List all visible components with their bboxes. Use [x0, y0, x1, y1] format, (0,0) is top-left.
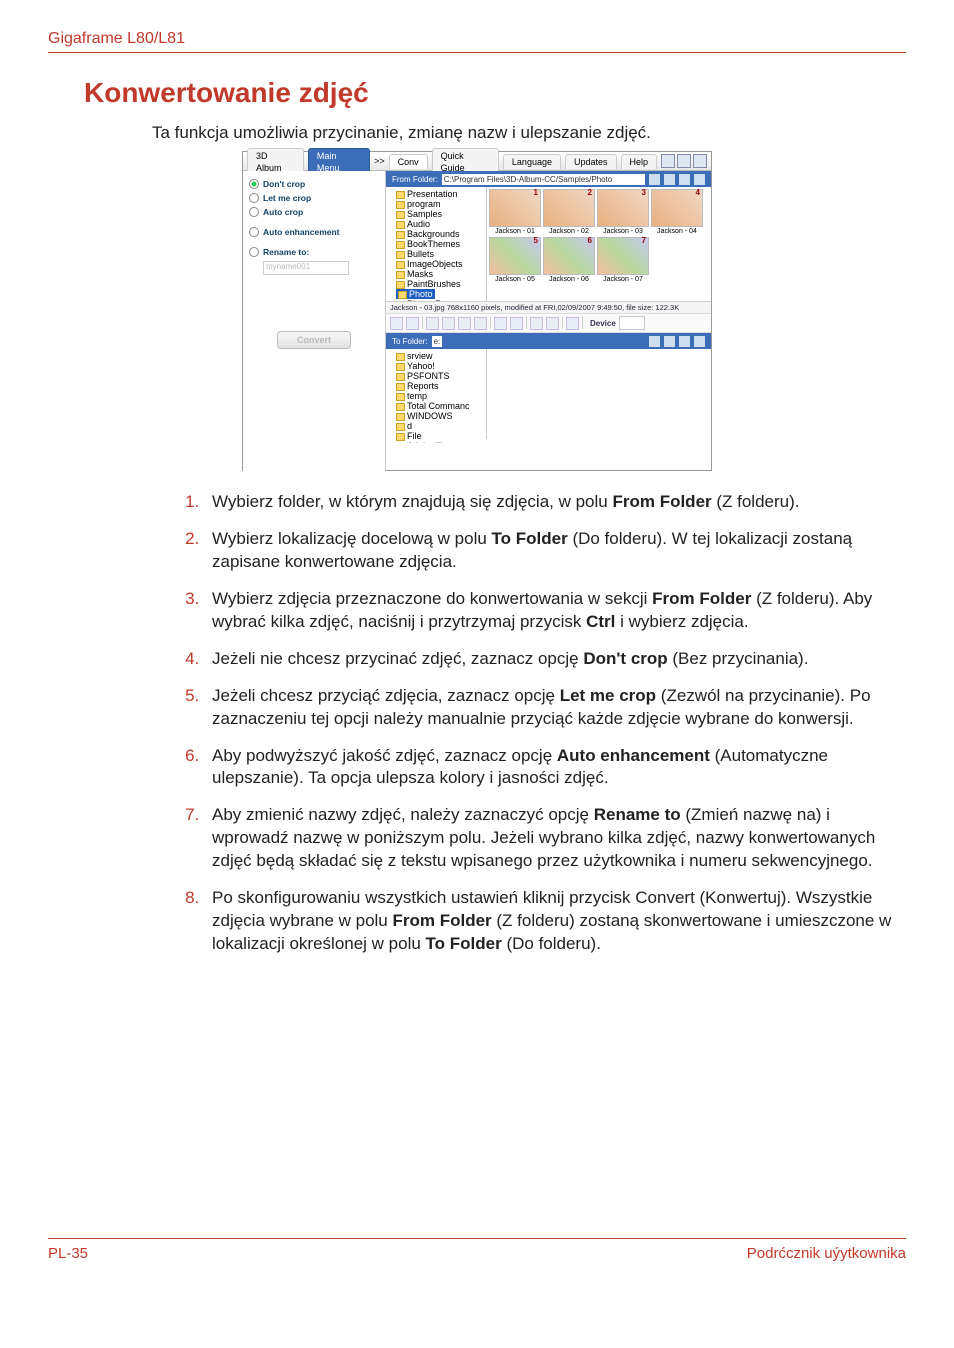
view-icon[interactable]	[679, 336, 690, 347]
tree-item[interactable]: Photo	[396, 289, 484, 299]
app-screenshot: 3D Album Main Menu >> Conv Quick Guide L…	[242, 151, 712, 471]
thumbnail[interactable]: 2Jackson - 02	[543, 189, 595, 235]
thumbnail[interactable]: 5Jackson - 05	[489, 237, 541, 283]
from-folder-tree[interactable]: PresentationprogramSamplesAudioBackgroun…	[386, 187, 487, 301]
thumbnail[interactable]: 4Jackson - 04	[651, 189, 703, 235]
to-folder-header: To Folder: e:	[386, 333, 711, 349]
tool-icon[interactable]	[494, 317, 507, 330]
intro-text: Ta funkcja umożliwia przycinanie, zmianę…	[152, 123, 906, 143]
thumbnail[interactable]: 7Jackson - 07	[597, 237, 649, 283]
tool-icon[interactable]	[458, 317, 471, 330]
tree-item[interactable]: Total Commanc	[396, 401, 484, 411]
to-folder-tree[interactable]: srviewYahoo!PSFONTSReportstempTotal Comm…	[386, 349, 486, 443]
tree-item[interactable]: Reports	[396, 381, 484, 391]
footer-page-number: PL-35	[48, 1245, 88, 1262]
rename-to-option[interactable]: Rename to:	[249, 245, 379, 259]
refresh-icon[interactable]	[664, 174, 675, 185]
browse-icon[interactable]	[649, 174, 660, 185]
step-4: Jeżeli nie chcesz przycinać zdjęć, zazna…	[204, 648, 906, 671]
to-folder-label: To Folder:	[392, 337, 428, 346]
convert-button[interactable]: Convert	[277, 331, 351, 349]
close-icon[interactable]	[693, 154, 707, 168]
from-folder-path[interactable]: C:\Program Files\3D-Album-CC/Samples/Pho…	[442, 174, 645, 185]
thumbnail[interactable]: 3Jackson - 03	[597, 189, 649, 235]
options-panel: Don't crop Let me crop Auto crop Auto en…	[243, 171, 386, 471]
step-2: Wybierz lokalizację docelową w polu To F…	[204, 528, 906, 574]
to-folder-empty-pane	[486, 349, 711, 439]
tool-icon[interactable]	[474, 317, 487, 330]
to-folder-path[interactable]: e:	[432, 336, 443, 347]
thumbnail[interactable]: 1Jackson - 01	[489, 189, 541, 235]
tree-item[interactable]: srview	[396, 351, 484, 361]
tree-item[interactable]: File	[396, 431, 484, 441]
tree-item[interactable]: WINDOWS	[396, 411, 484, 421]
instruction-list: Wybierz folder, w którym znajdują się zd…	[176, 491, 906, 956]
tree-item[interactable]: Backgrounds	[396, 229, 484, 239]
tree-item[interactable]: d	[396, 421, 484, 431]
tree-item[interactable]: Yahoo!	[396, 361, 484, 371]
tree-item[interactable]: ImageObjects	[396, 259, 484, 269]
page-header: Gigaframe L80/L81	[48, 30, 906, 53]
device-select[interactable]	[619, 316, 645, 330]
browse-icon[interactable]	[649, 336, 660, 347]
tool-icon[interactable]	[390, 317, 403, 330]
maximize-icon[interactable]	[677, 154, 691, 168]
auto-enhancement-option[interactable]: Auto enhancement	[249, 225, 379, 239]
tool-icon[interactable]	[406, 317, 419, 330]
tree-item[interactable]: BookThemes	[396, 239, 484, 249]
minimize-icon[interactable]	[661, 154, 675, 168]
tool-icon[interactable]	[442, 317, 455, 330]
step-8: Po skonfigurowaniu wszystkich ustawień k…	[204, 887, 906, 956]
from-folder-header: From Folder: C:\Program Files\3D-Album-C…	[386, 171, 711, 187]
expand-icon[interactable]: >>	[374, 156, 385, 166]
let-me-crop-option[interactable]: Let me crop	[249, 191, 379, 205]
refresh-icon[interactable]	[664, 336, 675, 347]
status-bar: Jackson - 03.jpg 768x1160 pixels, modifi…	[386, 301, 711, 313]
help-tab[interactable]: Help	[621, 154, 658, 169]
tree-item[interactable]: Adobe Illustrato	[396, 441, 484, 443]
step-7: Aby zmienić nazwy zdjęć, należy zaznaczy…	[204, 804, 906, 873]
tool-icon[interactable]	[566, 317, 579, 330]
step-3: Wybierz zdjęcia przeznaczone do konwerto…	[204, 588, 906, 634]
tool-icon[interactable]	[510, 317, 523, 330]
view-icon[interactable]	[679, 174, 690, 185]
rename-input[interactable]: myname001	[263, 261, 349, 275]
thumbnails-pane[interactable]: 1Jackson - 012Jackson - 023Jackson - 034…	[487, 187, 711, 301]
tree-item[interactable]: Samples	[396, 209, 484, 219]
step-1: Wybierz folder, w którym znajdują się zd…	[204, 491, 906, 514]
menu-bar: 3D Album Main Menu >> Conv Quick Guide L…	[243, 152, 711, 171]
image-toolbar[interactable]: Device	[386, 313, 711, 333]
tree-item[interactable]: program	[396, 199, 484, 209]
tree-item[interactable]: Presentation	[396, 189, 484, 199]
tree-item[interactable]: Bullets	[396, 249, 484, 259]
page-footer: PL-35 Podrćcznik uýytkownika	[48, 1238, 906, 1262]
step-6: Aby podwyższyć jakość zdjęć, zaznacz opc…	[204, 745, 906, 791]
tree-item[interactable]: Masks	[396, 269, 484, 279]
tool-icon[interactable]	[530, 317, 543, 330]
conv-tab[interactable]: Conv	[389, 154, 428, 169]
tree-item[interactable]: Audio	[396, 219, 484, 229]
step-5: Jeżeli chcesz przyciąć zdjęcia, zaznacz …	[204, 685, 906, 731]
language-tab[interactable]: Language	[503, 154, 561, 169]
sort-icon[interactable]	[694, 174, 705, 185]
from-folder-label: From Folder:	[392, 175, 438, 184]
tool-icon[interactable]	[546, 317, 559, 330]
device-label: Device	[590, 319, 616, 328]
tree-item[interactable]: PaintBrushes	[396, 279, 484, 289]
tree-item[interactable]: PSFONTS	[396, 371, 484, 381]
thumbnail[interactable]: 6Jackson - 06	[543, 237, 595, 283]
auto-crop-option[interactable]: Auto crop	[249, 205, 379, 219]
updates-tab[interactable]: Updates	[565, 154, 617, 169]
sort-icon[interactable]	[694, 336, 705, 347]
tree-item[interactable]: temp	[396, 391, 484, 401]
window-controls[interactable]	[661, 154, 707, 168]
dont-crop-option[interactable]: Don't crop	[249, 177, 379, 191]
tool-icon[interactable]	[426, 317, 439, 330]
section-title: Konwertowanie zdjęć	[84, 77, 906, 109]
footer-manual-label: Podrćcznik uýytkownika	[747, 1245, 906, 1262]
